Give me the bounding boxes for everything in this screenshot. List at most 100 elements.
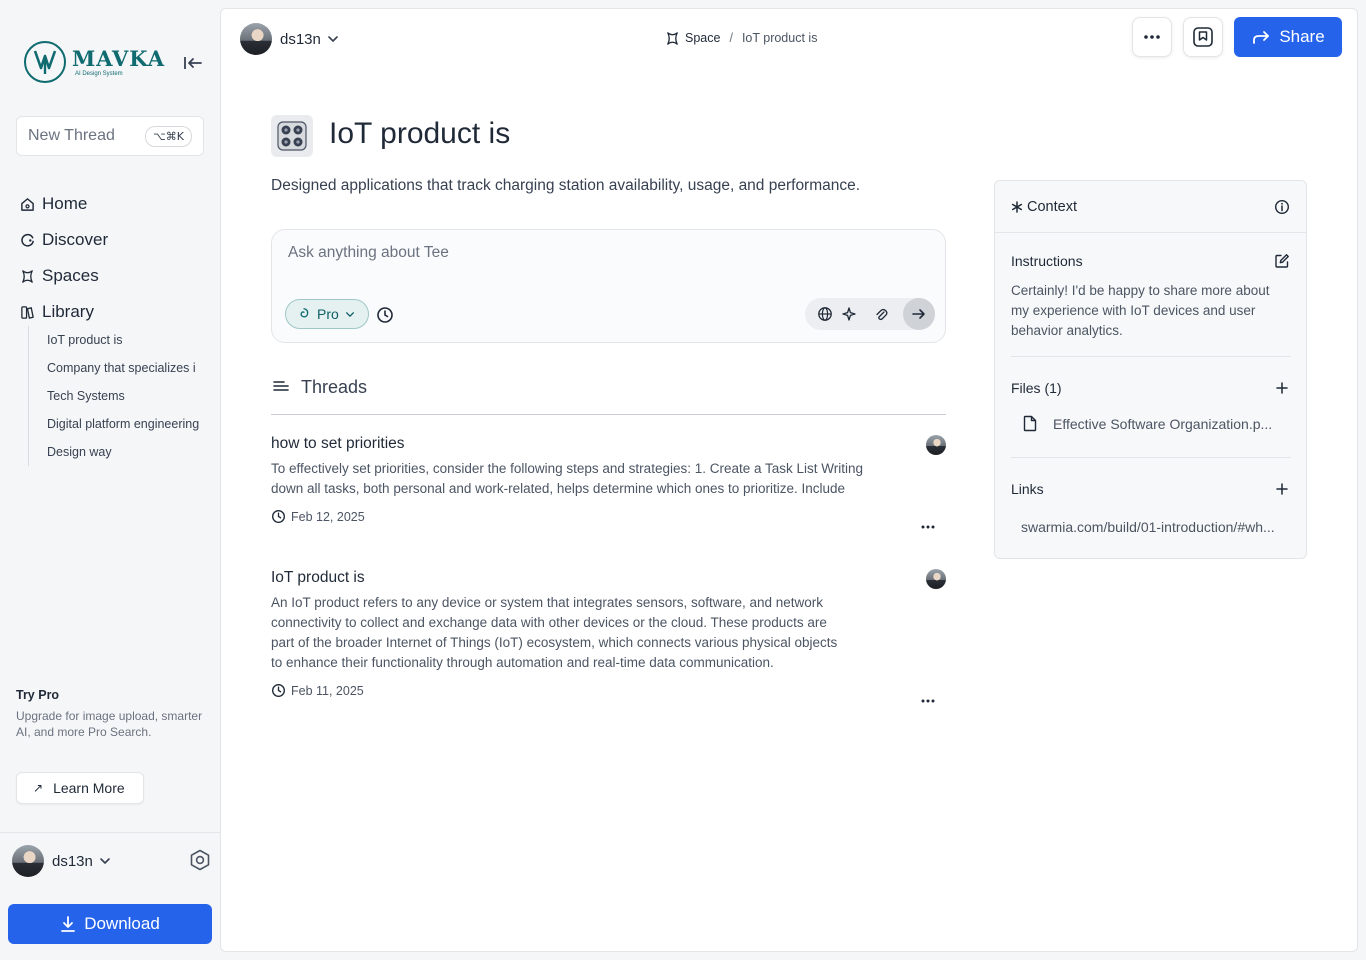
paperclip-icon[interactable]: [873, 306, 889, 322]
sidebar-divider: [0, 832, 220, 833]
bookmark-button[interactable]: [1183, 17, 1223, 57]
thread-meta: Feb 12, 2025: [271, 509, 946, 524]
page-title: IoT product is: [329, 117, 511, 150]
breadcrumb-current: IoT product is: [741, 31, 818, 45]
threads-list-icon: [273, 381, 289, 391]
sidebar-item-library[interactable]: Library: [18, 294, 208, 330]
library-list: IoT product is Company that specializes …: [28, 326, 200, 466]
learn-more-label: Learn More: [53, 780, 125, 796]
download-label: Download: [84, 914, 160, 933]
bookmark-icon: [1193, 27, 1213, 47]
sidebar-item-label: Discover: [42, 230, 109, 249]
thread-more-icon[interactable]: [920, 519, 936, 535]
library-item[interactable]: Design way: [29, 438, 200, 466]
files-title: Files (1): [1011, 380, 1062, 396]
collapse-sidebar-button[interactable]: [182, 52, 204, 74]
user-name: ds13n: [52, 852, 93, 870]
info-icon[interactable]: [1274, 199, 1290, 215]
breadcrumb-space-link[interactable]: Space: [685, 31, 720, 45]
download-button[interactable]: Download: [8, 904, 212, 944]
history-button[interactable]: [376, 306, 394, 324]
context-divider: [1011, 356, 1291, 357]
links-title: Links: [1011, 481, 1044, 497]
new-thread-button[interactable]: New Thread ⌥⌘K: [16, 116, 204, 156]
header-user-menu[interactable]: ds13n: [240, 23, 339, 55]
sidebar: MAVKA AI Design System New Thread ⌥⌘K Ho…: [0, 0, 220, 960]
brand-tagline: AI Design System: [75, 70, 123, 77]
breadcrumb: Space / IoT product is: [665, 28, 817, 48]
send-button[interactable]: [903, 298, 935, 330]
link-item[interactable]: swarmia.com/build/01-introduction/#wh...: [1021, 519, 1275, 535]
threads-title: Threads: [301, 376, 368, 397]
file-item[interactable]: Effective Software Organization.p...: [1023, 415, 1272, 432]
page-emoji-icon: [271, 115, 313, 157]
thread-preview: To effectively set priorities, consider …: [271, 461, 864, 496]
new-thread-label: New Thread: [28, 127, 115, 144]
page-description: Designed applications that track chargin…: [271, 177, 861, 194]
clock-icon: [272, 510, 285, 523]
library-item[interactable]: Tech Systems: [29, 382, 200, 410]
pro-spiral-icon: [300, 308, 309, 318]
context-title: Context: [1027, 198, 1077, 215]
clock-icon: [272, 684, 285, 697]
context-panel: Context Instructions Certainly! I'd be h…: [994, 180, 1307, 559]
library-item[interactable]: Company that specializes i: [29, 354, 200, 382]
thread-date: Feb 11, 2025: [291, 683, 364, 698]
brand-logo: MAVKA AI Design System: [24, 40, 208, 84]
logo-mark-icon: [24, 41, 66, 83]
ask-box: Pro: [271, 229, 946, 343]
thread-item: how to set priorities To effectively set…: [271, 435, 946, 529]
learn-more-button[interactable]: ↗ Learn More: [16, 772, 144, 804]
context-header: Context: [995, 181, 1306, 233]
share-button[interactable]: Share: [1234, 17, 1342, 57]
library-item[interactable]: Digital platform engineering: [29, 410, 200, 438]
sidebar-item-label: Library: [42, 302, 94, 321]
instructions-title: Instructions: [1011, 253, 1083, 269]
thread-preview: An IoT product refers to any device or s…: [271, 595, 838, 670]
sidebar-item-spaces[interactable]: Spaces: [18, 258, 208, 294]
thread-date: Feb 12, 2025: [291, 509, 365, 524]
sidebar-item-home[interactable]: Home: [18, 186, 208, 222]
file-icon: [1023, 415, 1037, 432]
new-thread-shortcut: ⌥⌘K: [145, 125, 192, 147]
home-icon: [18, 195, 36, 213]
pro-mode-label: Pro: [317, 306, 339, 322]
sidebar-user-menu[interactable]: ds13n: [12, 845, 212, 877]
try-pro-title: Try Pro: [16, 688, 60, 702]
avatar: [12, 845, 44, 877]
globe-icon[interactable]: [817, 306, 833, 322]
threads-divider: [271, 414, 946, 415]
ask-input[interactable]: [288, 244, 908, 262]
thread-title[interactable]: how to set priorities: [271, 435, 946, 453]
sidebar-item-discover[interactable]: Discover: [18, 222, 208, 258]
instructions-text: Certainly! I'd be happy to share more ab…: [1011, 283, 1270, 338]
try-pro-description: Upgrade for image upload, smarter AI, an…: [16, 709, 203, 739]
thread-title[interactable]: IoT product is: [271, 569, 946, 587]
arrow-right-icon: [912, 309, 925, 319]
thread-meta: Feb 11, 2025: [271, 683, 946, 698]
add-link-icon[interactable]: [1274, 481, 1290, 497]
clock-icon: [377, 307, 393, 323]
share-label: Share: [1279, 27, 1325, 46]
thread-more-icon[interactable]: [920, 693, 936, 709]
file-name: Effective Software Organization.p...: [1053, 415, 1273, 432]
pro-mode-selector[interactable]: Pro: [285, 299, 369, 329]
settings-button[interactable]: [188, 848, 212, 872]
thread-author-avatar: [926, 435, 946, 455]
main-panel: ds13n Space / IoT product is Share IoT p…: [220, 8, 1358, 952]
more-options-button[interactable]: [1132, 17, 1172, 57]
library-icon: [18, 303, 36, 321]
settings-hex-icon: [190, 849, 210, 871]
sidebar-item-label: Home: [42, 194, 88, 213]
sidebar-nav: Home Discover Spaces Library: [18, 186, 208, 330]
breadcrumb-separator: /: [729, 31, 733, 45]
library-item[interactable]: IoT product is: [29, 326, 200, 354]
more-horizontal-icon: [1144, 35, 1160, 39]
arrow-up-right-icon: ↗: [33, 781, 44, 795]
edit-icon[interactable]: [1274, 253, 1290, 269]
chevron-down-icon: [100, 858, 110, 864]
add-file-icon[interactable]: [1274, 380, 1290, 396]
header-user-name: ds13n: [280, 30, 321, 48]
sparkle-icon[interactable]: [841, 306, 857, 322]
chevron-down-icon: [345, 311, 354, 317]
